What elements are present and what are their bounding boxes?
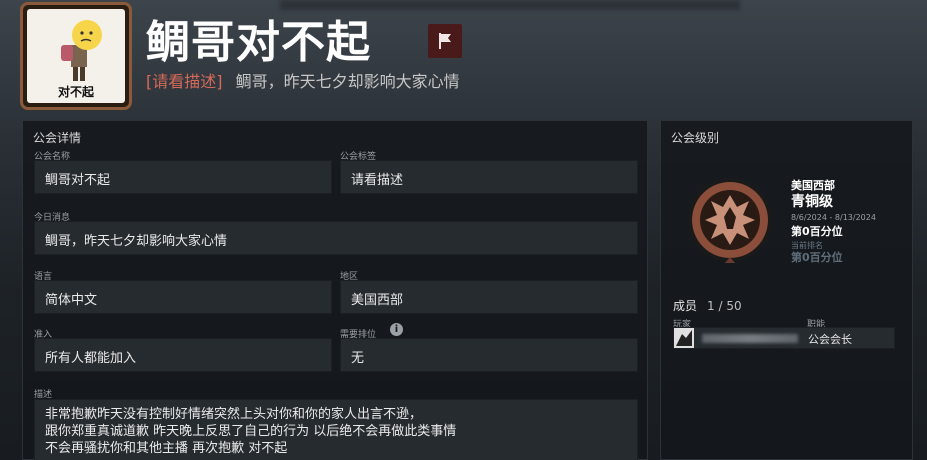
access-select[interactable]: 所有人都能加入	[34, 338, 332, 372]
details-title: 公会详情	[33, 131, 82, 145]
info-icon[interactable]: i	[390, 323, 403, 336]
current-percentile: 第0百分位	[791, 225, 843, 238]
language-select[interactable]: 简体中文	[34, 280, 332, 314]
guild-level-panel: 公会级别 美国西部 青铜级 8/6/2024 - 8/13/2024 第0百分位…	[660, 120, 913, 460]
description-field[interactable]: 非常抱歉昨天没有控制好情绪突然上头对你和你的家人出言不逊， 跟你郑重真诚道歉 昨…	[34, 399, 638, 460]
level-tier: 青铜级	[791, 194, 833, 210]
guild-tagline: [请看描述] 鲷哥，昨天七夕却影响大家心情	[146, 68, 460, 92]
page-title: 鲷哥对不起	[146, 17, 371, 68]
member-name-redacted	[702, 334, 798, 343]
guild-tag-field[interactable]: 请看描述	[340, 160, 638, 194]
description-line: 跟你郑重真诚道歉 昨天晚上反思了自己的行为 以后绝不会再做此类事情	[45, 424, 457, 439]
emblem-text: 对不起	[57, 85, 94, 99]
flag-icon	[439, 33, 451, 49]
guild-emblem: 对不起	[20, 2, 132, 110]
season-date-range: 8/6/2024 - 8/13/2024	[791, 213, 876, 222]
tagline-message: 鲷哥，昨天七夕却影响大家心情	[235, 72, 460, 91]
report-button[interactable]	[428, 24, 462, 58]
members-heading: 成员 1 / 50	[673, 297, 742, 314]
avatar	[674, 328, 694, 348]
emblem-image: 对不起	[27, 9, 125, 103]
bronze-badge-icon	[688, 178, 772, 263]
member-row[interactable]: 公会会长	[673, 327, 895, 349]
level-title: 公会级别	[671, 131, 720, 145]
members-count: 1 / 50	[707, 299, 742, 313]
emblem-figure-icon	[61, 20, 102, 81]
description-line: 非常抱歉昨天没有控制好情绪突然上头对你和你的家人出言不逊，	[45, 407, 423, 422]
member-role: 公会会长	[808, 333, 852, 346]
motd-field[interactable]: 鲷哥，昨天七夕却影响大家心情	[34, 221, 638, 255]
members-label: 成员	[673, 299, 698, 313]
guild-details-panel: 公会详情 公会名称 鲷哥对不起 公会标签 请看描述 今日消息 鲷哥，昨天七夕却影…	[22, 120, 648, 460]
description-line: 不会再骚扰你和其他主播 再次抱歉 对不起	[45, 441, 288, 456]
guild-name-field[interactable]: 鲷哥对不起	[34, 160, 332, 194]
region-select[interactable]: 美国西部	[340, 280, 638, 314]
required-rank-select[interactable]: 无	[340, 338, 638, 372]
guild-tag: 请看描述	[152, 72, 217, 91]
tag-close-bracket: ]	[216, 72, 223, 91]
ranking-percentile: 第0百分位	[791, 251, 843, 264]
